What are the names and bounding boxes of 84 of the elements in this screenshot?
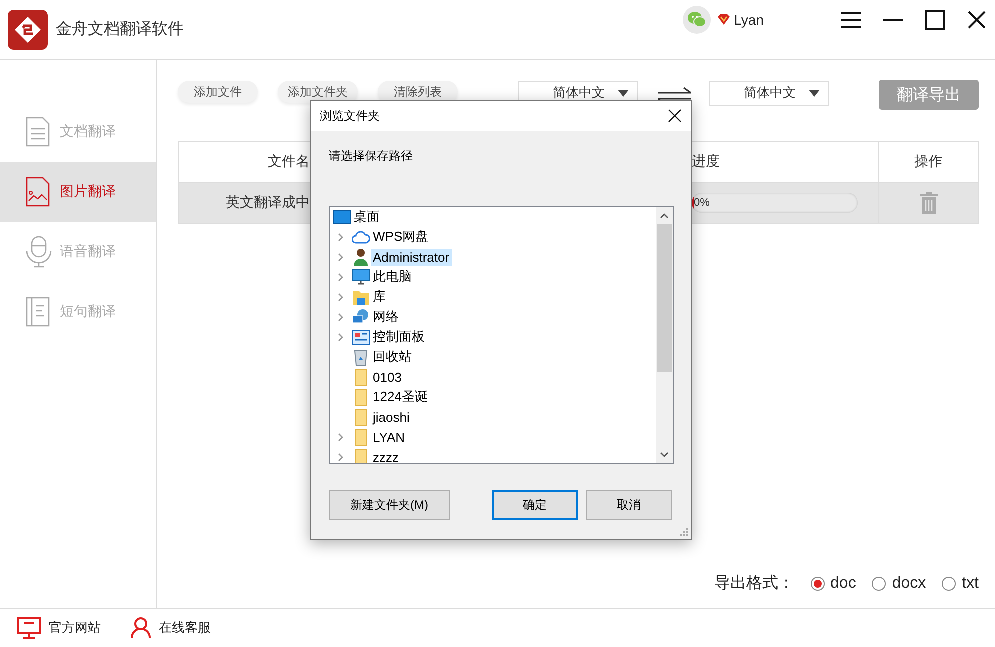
user-icon (353, 248, 369, 266)
close-icon (968, 10, 986, 28)
trash-icon[interactable] (920, 192, 938, 214)
tree-item[interactable]: jiaoshi (371, 408, 412, 426)
monitor-icon (17, 617, 41, 639)
desktop-icon (333, 210, 351, 224)
username: Lyan (734, 12, 764, 28)
chevron-down-icon (660, 452, 669, 458)
footer-link[interactable]: 官方网站 (17, 617, 101, 639)
text-icon (26, 297, 50, 327)
document-icon (26, 117, 50, 147)
folder-icon (355, 428, 367, 446)
recycle-bin-icon (354, 348, 368, 366)
cloud-icon (352, 230, 370, 244)
network-icon (352, 309, 370, 325)
folder-icon (355, 368, 367, 386)
caret-icon (809, 90, 820, 96)
tree-item[interactable]: 控制面板 (371, 327, 427, 347)
logo-icon (8, 10, 48, 50)
table-cell-text: 英文翻译成中 (225, 194, 310, 212)
microphone-icon (26, 236, 52, 268)
toolbar-button[interactable]: 添加文件夹 (278, 81, 358, 103)
person-icon (131, 617, 151, 639)
close-icon (668, 109, 682, 123)
maximize-button[interactable] (924, 8, 946, 30)
folder-icon (355, 448, 367, 463)
sidebar-item[interactable]: 图片翻译 (0, 162, 156, 222)
chevron-icon[interactable] (338, 272, 344, 282)
chevron-icon[interactable] (338, 332, 344, 342)
radio-button[interactable] (810, 576, 825, 590)
dialog-button[interactable]: 确定 (492, 490, 578, 520)
library-icon (353, 290, 369, 304)
radio-label: docx (892, 574, 926, 592)
column-header: 操作 (914, 153, 942, 171)
footer-link[interactable]: 在线客服 (131, 617, 211, 639)
folder-icon (355, 408, 367, 426)
tree-item[interactable]: 此电脑 (371, 267, 414, 287)
tree-item[interactable]: 0103 (371, 368, 404, 386)
format-label: 导出格式： (714, 574, 795, 594)
chevron-icon[interactable] (338, 432, 344, 442)
minimize-icon (882, 18, 904, 22)
menu-icon (840, 10, 862, 28)
image-icon (26, 177, 50, 207)
dialog-prompt: 请选择保存路径 (329, 148, 414, 164)
folder-icon (355, 388, 367, 406)
column-header: 进度 (692, 153, 721, 171)
chevron-icon[interactable] (338, 232, 344, 242)
tree-item[interactable]: 回收站 (371, 347, 414, 367)
chevron-icon[interactable] (338, 252, 344, 262)
chevron-icon[interactable] (338, 312, 344, 322)
tree-item[interactable]: WPS网盘 (371, 227, 431, 247)
column-header: 文件名 (267, 153, 310, 171)
target-language-dropdown[interactable]: 简体中文 (709, 80, 829, 106)
dialog-title: 浏览文件夹 (320, 108, 380, 124)
radio-button[interactable] (872, 576, 886, 590)
tree-item[interactable]: Administrator (371, 248, 452, 266)
diamond-icon (717, 13, 732, 26)
scrollbar-thumb[interactable] (657, 224, 672, 372)
chevron-icon[interactable] (338, 292, 344, 302)
caret-icon (618, 90, 629, 96)
radio-button[interactable] (942, 576, 956, 590)
radio-label: txt (962, 574, 979, 592)
wechat-button[interactable] (683, 6, 712, 34)
toolbar-button[interactable]: 添加文件 (178, 81, 258, 103)
close-button[interactable] (966, 8, 988, 30)
tree-item[interactable]: LYAN (371, 428, 408, 446)
resize-grip-icon[interactable] (679, 527, 688, 536)
tree-item[interactable]: 桌面 (352, 207, 382, 227)
close-button[interactable] (668, 109, 682, 123)
control-panel-icon (352, 330, 370, 344)
chat-bubbles-icon (687, 10, 708, 28)
tree-item[interactable]: 库 (371, 287, 388, 307)
dialog-button[interactable]: 取消 (586, 490, 672, 520)
dialog-button[interactable]: 新建文件夹(M) (329, 490, 450, 520)
chevron-up-icon (660, 212, 669, 218)
chevron-icon[interactable] (338, 452, 344, 462)
maximize-icon (925, 10, 945, 30)
app-title: 金舟文档翻译软件 (56, 20, 184, 40)
progress-text: 0% (694, 197, 710, 209)
tree-item[interactable]: 网络 (371, 307, 401, 327)
tree-item[interactable]: zzzz (371, 448, 401, 463)
computer-icon (352, 269, 370, 285)
tree-item[interactable]: 1224圣诞 (371, 387, 430, 407)
radio-label: doc (830, 574, 856, 592)
